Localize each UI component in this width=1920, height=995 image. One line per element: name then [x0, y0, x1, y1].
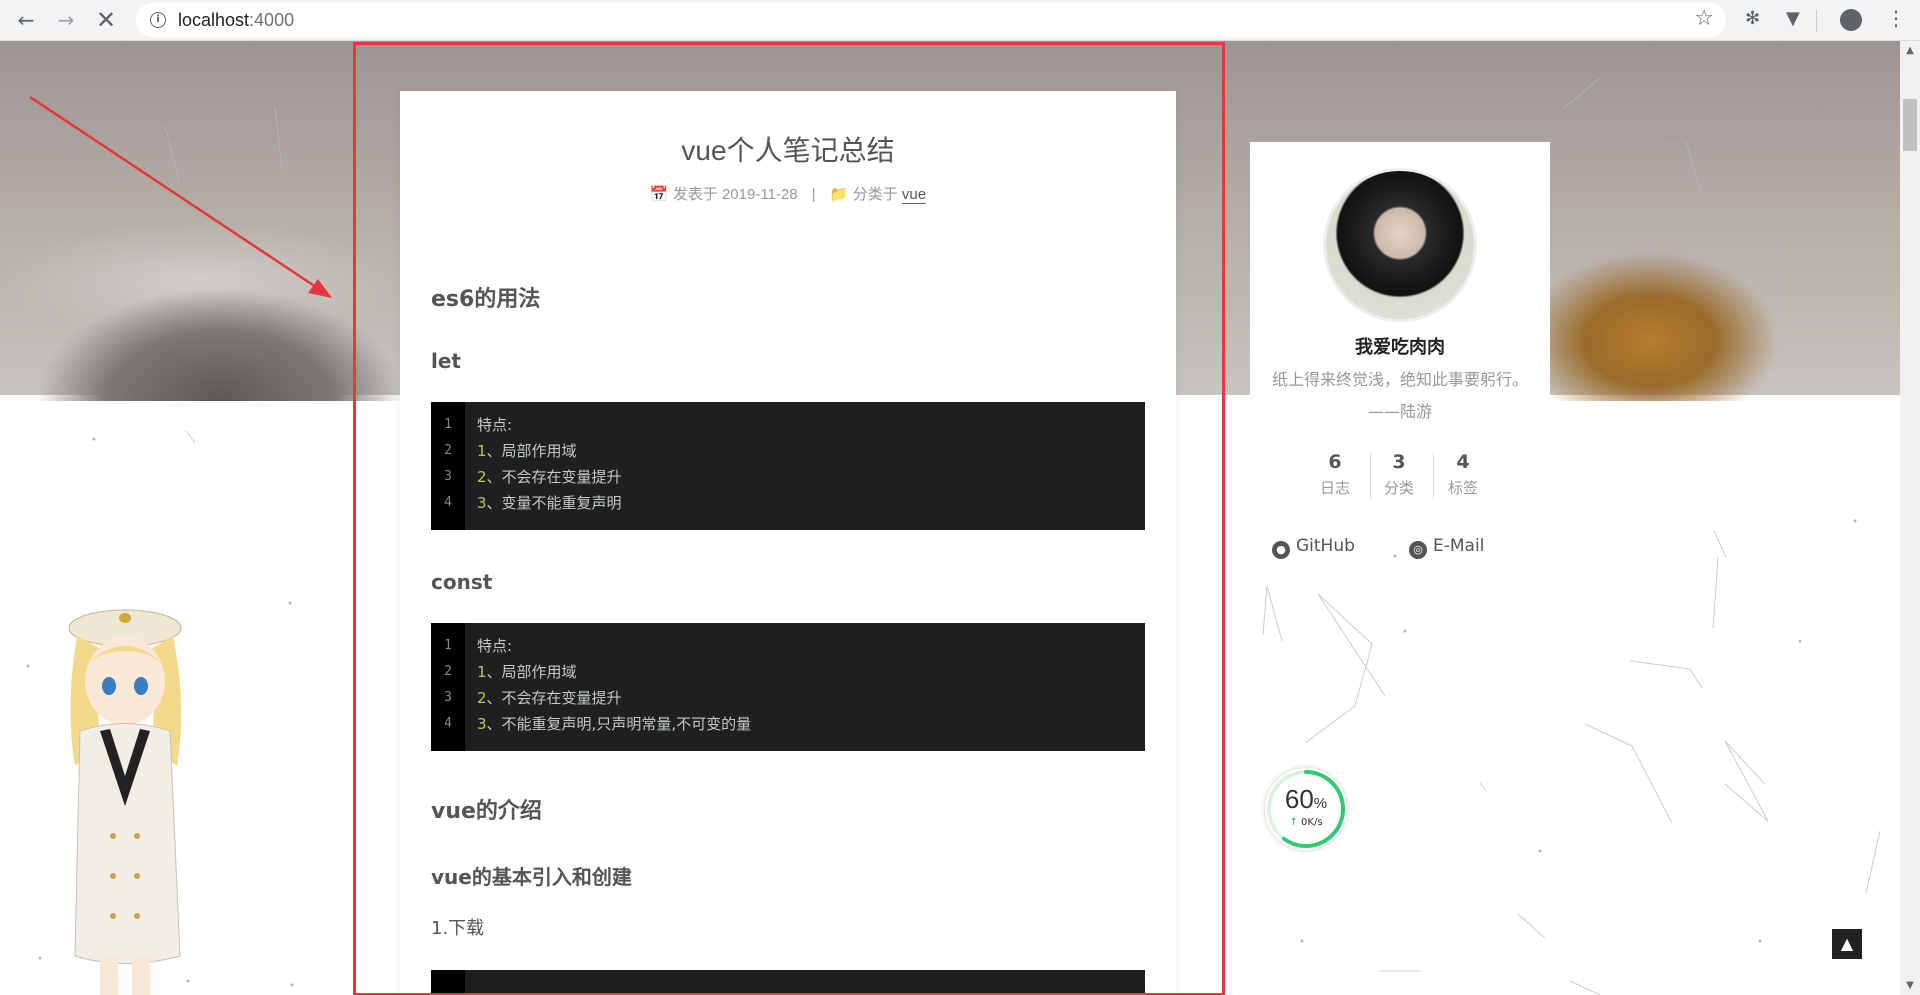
github-icon: ●: [1272, 541, 1290, 559]
browser-toolbar: ← → ✕ i localhost:4000 ☆ ✻ ▼ ⋮: [0, 0, 1920, 41]
network-speed-widget[interactable]: 60% ↑ 0K/s: [1265, 768, 1347, 850]
upload-arrow-icon: ↑: [1289, 817, 1298, 828]
web-page: vue个人笔记总结 📅 发表于 2019-11-28 | 📁 分类于 vue e…: [0, 41, 1900, 995]
speed-rate: ↑ 0K/s: [1289, 817, 1323, 828]
annotation-arrow: [29, 95, 332, 298]
vue-devtools-icon[interactable]: ▼: [1786, 8, 1800, 29]
back-to-top-button[interactable]: ▲: [1832, 929, 1862, 959]
url-port: :4000: [249, 10, 295, 30]
account-avatar-icon[interactable]: [1840, 9, 1862, 31]
github-link[interactable]: ● GitHub: [1272, 536, 1355, 559]
stat-categories[interactable]: 3 分类: [1367, 451, 1431, 498]
address-bar[interactable]: i localhost:4000 ☆: [136, 3, 1726, 37]
scroll-down-arrow-icon[interactable]: ▼: [1900, 980, 1920, 991]
page-scrollbar[interactable]: ▲ ▼: [1900, 41, 1920, 995]
menu-dots-icon[interactable]: ⋮: [1886, 6, 1906, 30]
stat-posts[interactable]: 6 日志: [1303, 451, 1367, 498]
url-text[interactable]: localhost:4000: [178, 10, 294, 31]
forward-arrow-icon[interactable]: →: [52, 6, 80, 34]
back-arrow-icon[interactable]: ←: [12, 6, 40, 34]
email-link[interactable]: ◎ E-Mail: [1409, 536, 1484, 559]
author-motto: 纸上得来终觉浅，绝知此事要躬行。: [1271, 370, 1528, 389]
stop-loading-icon[interactable]: ✕: [92, 6, 120, 34]
url-host: localhost: [178, 10, 250, 30]
stat-tags[interactable]: 4 标签: [1431, 451, 1495, 498]
site-info-icon[interactable]: i: [150, 12, 166, 28]
anime-mascot-image: [68, 609, 182, 995]
bookmark-star-icon[interactable]: ☆: [1694, 6, 1714, 31]
annotation-frame: [353, 42, 1225, 995]
author-motto-source: ——陆游: [1367, 402, 1432, 421]
author-name: 我爱吃肉肉: [1355, 337, 1445, 358]
author-avatar: [1323, 168, 1477, 322]
globe-icon: ◎: [1409, 541, 1427, 559]
scroll-up-arrow-icon[interactable]: ▲: [1900, 45, 1920, 56]
toolbar-divider: [1816, 10, 1817, 32]
scrollbar-thumb[interactable]: [1903, 99, 1917, 151]
extension-icon[interactable]: ✻: [1745, 8, 1760, 29]
speed-percent: 60%: [1284, 784, 1328, 814]
